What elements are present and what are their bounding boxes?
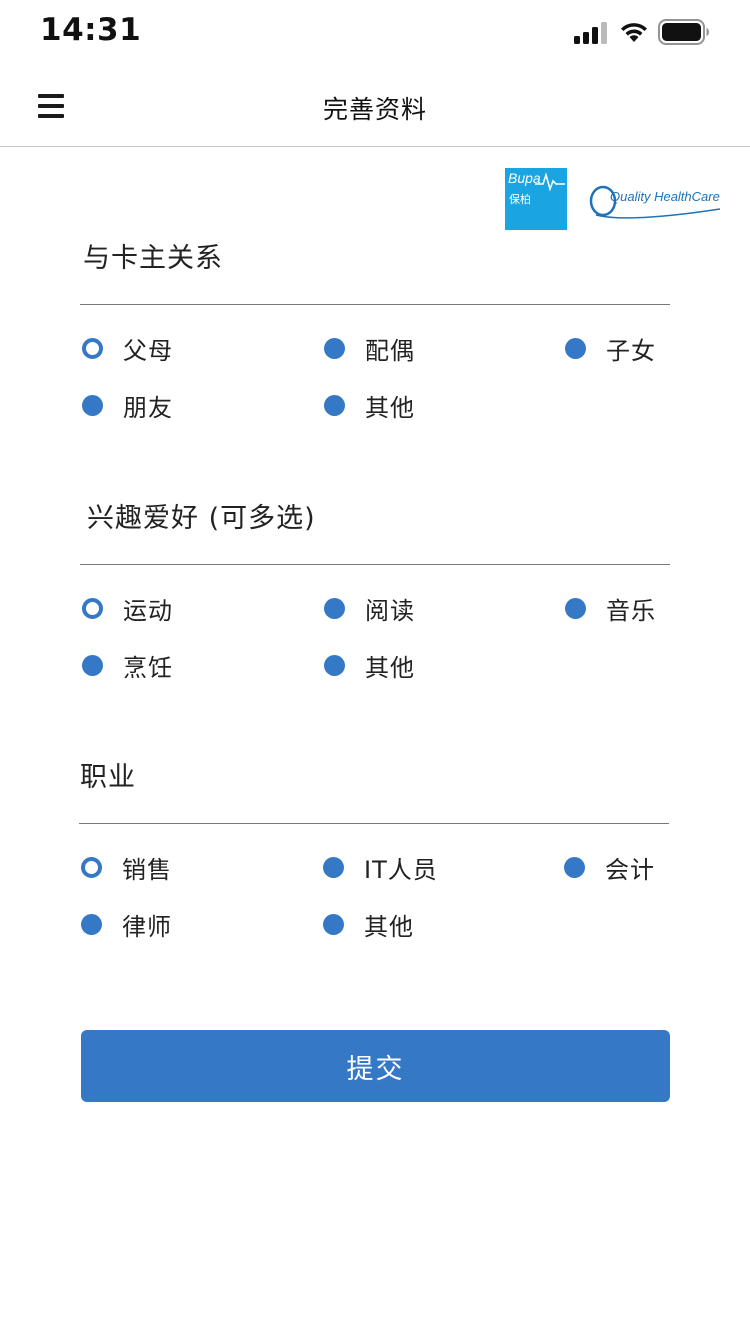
radio-unselected[interactable]: [565, 337, 586, 359]
radio-unselected[interactable]: [324, 597, 345, 619]
radio-group: 父母 配偶 子女 朋友 其他: [80, 305, 670, 425]
option-it-staff[interactable]: IT人员: [323, 847, 438, 887]
section-title: 与卡主关系: [80, 231, 670, 305]
heartbeat-icon: [535, 172, 565, 192]
section-occupation: 职业 销售 IT人员 会计 律师 其他: [79, 750, 669, 944]
radio-group: 销售 IT人员 会计 律师 其他: [79, 824, 669, 944]
cellular-signal-icon: [574, 20, 610, 44]
checkbox-group: 运动 阅读 音乐 烹饪 其他: [80, 565, 670, 685]
radio-unselected[interactable]: [82, 654, 103, 676]
page-title: 完善资料: [322, 95, 427, 124]
option-other[interactable]: 其他: [324, 645, 415, 685]
option-label: 子女: [606, 336, 656, 365]
option-label: 朋友: [123, 393, 173, 422]
option-accountant[interactable]: 会计: [564, 847, 655, 887]
option-friend[interactable]: 朋友: [82, 385, 173, 425]
radio-unselected[interactable]: [324, 654, 345, 676]
option-other[interactable]: 其他: [323, 904, 414, 944]
option-label: 其他: [364, 912, 414, 941]
quality-healthcare-logo: Quality HealthCare: [588, 183, 724, 223]
option-music[interactable]: 音乐: [565, 588, 656, 628]
option-lawyer[interactable]: 律师: [81, 904, 172, 944]
option-cooking[interactable]: 烹饪: [82, 645, 173, 685]
option-label: 会计: [605, 855, 655, 884]
qhc-logo-text: Quality HealthCare: [610, 189, 720, 204]
status-bar: 14:31: [0, 0, 750, 64]
bupa-logo-cn: 保柏: [509, 193, 531, 206]
status-time: 14:31: [40, 12, 142, 48]
option-label: 其他: [365, 393, 415, 422]
option-spouse[interactable]: 配偶: [324, 328, 415, 368]
radio-unselected[interactable]: [565, 597, 586, 619]
radio-selected[interactable]: [82, 597, 103, 619]
battery-icon: [658, 19, 709, 45]
submit-button[interactable]: 提交: [81, 1030, 670, 1102]
option-label: 销售: [122, 855, 172, 884]
radio-unselected[interactable]: [81, 913, 102, 935]
bupa-logo: Bupa 保柏: [505, 168, 567, 230]
wifi-icon: [621, 23, 647, 42]
option-reading[interactable]: 阅读: [324, 588, 415, 628]
radio-unselected[interactable]: [82, 394, 103, 416]
radio-unselected[interactable]: [323, 913, 344, 935]
radio-unselected[interactable]: [324, 337, 345, 359]
option-label: 音乐: [606, 596, 656, 625]
section-title: 兴趣爱好 (可多选): [80, 491, 670, 565]
section-title: 职业: [79, 750, 669, 824]
option-label: 阅读: [365, 596, 415, 625]
option-label: 运动: [123, 596, 173, 625]
option-sales[interactable]: 销售: [81, 847, 172, 887]
radio-selected[interactable]: [82, 337, 103, 359]
radio-unselected[interactable]: [324, 394, 345, 416]
option-label: 烹饪: [123, 653, 173, 682]
section-hobbies: 兴趣爱好 (可多选) 运动 阅读 音乐 烹饪 其他: [80, 491, 670, 685]
option-other[interactable]: 其他: [324, 385, 415, 425]
section-relationship: 与卡主关系 父母 配偶 子女 朋友 其他: [80, 231, 670, 425]
option-label: 其他: [365, 653, 415, 682]
option-parents[interactable]: 父母: [82, 328, 173, 368]
option-children[interactable]: 子女: [565, 328, 656, 368]
option-label: 父母: [123, 336, 173, 365]
radio-unselected[interactable]: [564, 856, 585, 878]
nav-bar: 完善资料: [0, 64, 750, 147]
option-label: 配偶: [365, 336, 415, 365]
option-label: IT人员: [364, 855, 438, 884]
radio-selected[interactable]: [81, 856, 102, 878]
radio-unselected[interactable]: [323, 856, 344, 878]
option-label: 律师: [122, 912, 172, 941]
option-sports[interactable]: 运动: [82, 588, 173, 628]
